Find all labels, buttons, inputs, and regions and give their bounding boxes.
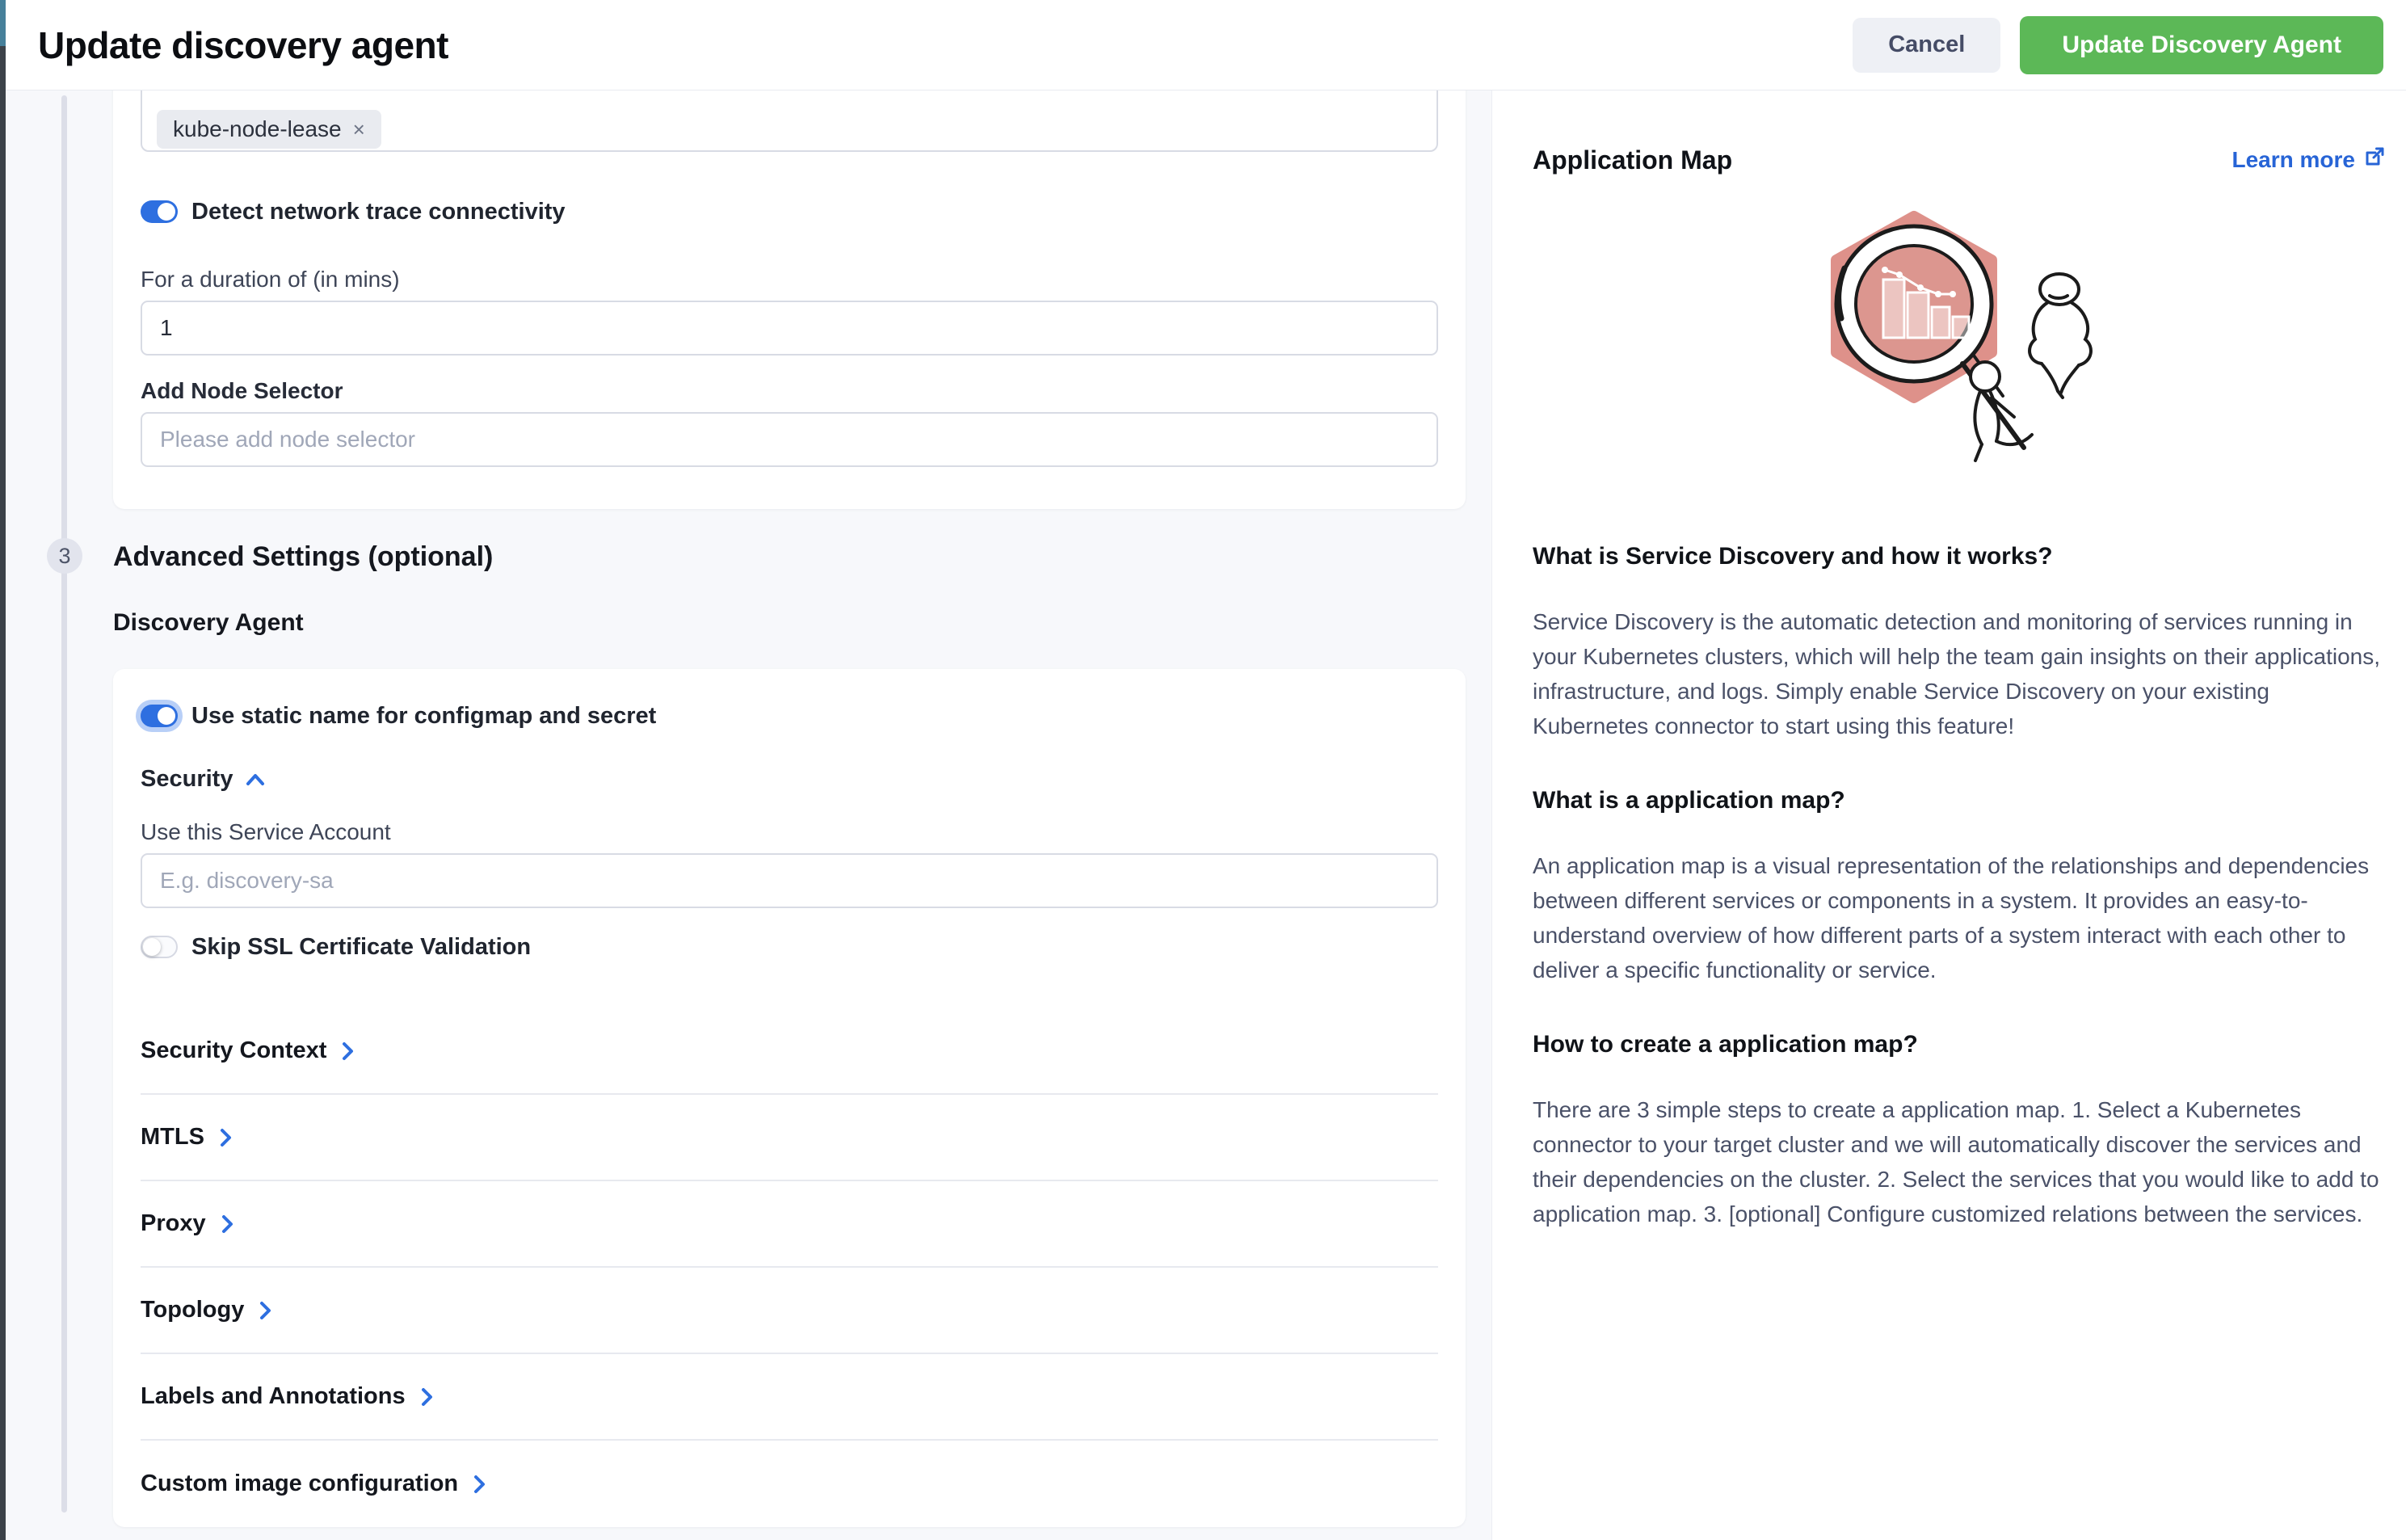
- remove-chip-icon[interactable]: ×: [353, 117, 365, 142]
- namespace-chip-label: kube-node-lease: [173, 116, 342, 142]
- external-link-icon: [2363, 145, 2386, 174]
- chevron-up-icon: [246, 773, 265, 786]
- learn-more-label: Learn more: [2232, 147, 2356, 173]
- accordion-mtls[interactable]: MTLS: [141, 1095, 1438, 1181]
- cancel-button[interactable]: Cancel: [1853, 18, 2000, 73]
- detect-network-trace-label: Detect network trace connectivity: [191, 199, 566, 225]
- update-discovery-agent-button[interactable]: Update Discovery Agent: [2020, 16, 2383, 74]
- accordion-label: Custom image configuration: [141, 1471, 458, 1497]
- service-account-label: Use this Service Account: [141, 819, 391, 845]
- accordion-label: Proxy: [141, 1210, 206, 1237]
- accordion-topology[interactable]: Topology: [141, 1268, 1438, 1354]
- static-name-toggle[interactable]: [141, 705, 178, 727]
- chevron-right-icon: [341, 1041, 354, 1061]
- advanced-settings-card: Use static name for configmap and secret…: [113, 669, 1466, 1527]
- duration-value: 1: [160, 315, 173, 341]
- duration-input[interactable]: 1: [141, 301, 1438, 356]
- section-body: There are 3 simple steps to create a app…: [1533, 1092, 2389, 1231]
- node-selector-placeholder: Please add node selector: [160, 427, 415, 452]
- learn-more-link[interactable]: Learn more: [2232, 145, 2387, 174]
- window-edge-accent: [0, 0, 6, 46]
- network-trace-card: kube-node-lease × Detect network trace c…: [113, 32, 1466, 509]
- chevron-right-icon: [219, 1128, 232, 1147]
- accordion-label: Topology: [141, 1297, 244, 1323]
- node-selector-label: Add Node Selector: [141, 378, 343, 404]
- application-map-illustration: [1815, 205, 2122, 476]
- accordion-label: Labels and Annotations: [141, 1383, 406, 1410]
- application-map-panel: Application Map Learn more: [1491, 90, 2406, 1540]
- duration-label: For a duration of (in mins): [141, 267, 400, 292]
- accordion-labels-annotations[interactable]: Labels and Annotations: [141, 1354, 1438, 1441]
- security-section-label: Security: [141, 766, 233, 793]
- static-name-label: Use static name for configmap and secret: [191, 703, 656, 730]
- application-map-title: Application Map: [1533, 145, 1732, 175]
- section-heading: How to create a application map?: [1533, 1031, 2389, 1058]
- advanced-accordion-list: Security Context MTLS Proxy Topology Lab…: [141, 1008, 1438, 1527]
- section-heading: What is a application map?: [1533, 787, 2389, 814]
- section-body: Service Discovery is the automatic detec…: [1533, 604, 2389, 743]
- namespace-chip[interactable]: kube-node-lease ×: [157, 110, 381, 149]
- step-3-badge: 3: [47, 538, 82, 574]
- accordion-label: MTLS: [141, 1124, 204, 1151]
- accordion-custom-image[interactable]: Custom image configuration: [141, 1441, 1438, 1527]
- section-heading: What is Service Discovery and how it wor…: [1533, 543, 2389, 570]
- security-section-toggle[interactable]: Security: [141, 766, 265, 793]
- skip-ssl-toggle[interactable]: [141, 936, 178, 958]
- window-edge-strip: [0, 0, 6, 1540]
- drawer-header: Update discovery agent Cancel Update Dis…: [6, 0, 2406, 90]
- service-account-input[interactable]: E.g. discovery-sa: [141, 853, 1438, 908]
- chevron-right-icon: [473, 1475, 486, 1494]
- service-account-placeholder: E.g. discovery-sa: [160, 868, 334, 894]
- discovery-agent-subheading: Discovery Agent: [113, 609, 304, 637]
- node-selector-input[interactable]: Please add node selector: [141, 412, 1438, 467]
- accordion-security-context[interactable]: Security Context: [141, 1008, 1438, 1095]
- accordion-proxy[interactable]: Proxy: [141, 1181, 1438, 1268]
- chevron-right-icon: [221, 1214, 233, 1234]
- page-title: Update discovery agent: [38, 23, 448, 67]
- chevron-right-icon: [259, 1301, 271, 1320]
- section-body: An application map is a visual represent…: [1533, 848, 2389, 987]
- accordion-label: Security Context: [141, 1037, 326, 1064]
- chevron-right-icon: [420, 1387, 433, 1407]
- stepper-rail: [61, 95, 67, 1513]
- advanced-settings-heading: Advanced Settings (optional): [113, 541, 493, 573]
- info-sections: What is Service Discovery and how it wor…: [1533, 543, 2389, 1275]
- skip-ssl-label: Skip SSL Certificate Validation: [191, 934, 531, 961]
- detect-network-trace-toggle[interactable]: [141, 200, 178, 223]
